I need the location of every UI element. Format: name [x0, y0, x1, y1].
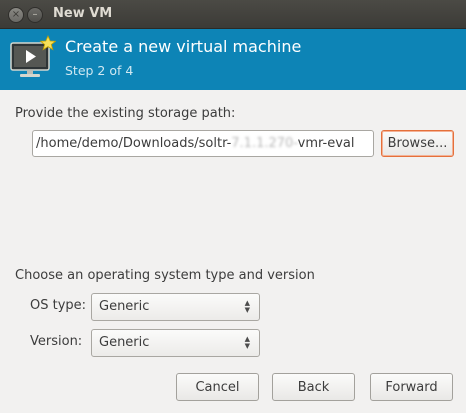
- cancel-button[interactable]: Cancel: [176, 373, 259, 401]
- browse-button[interactable]: Browse...: [381, 130, 454, 157]
- window-titlebar: × – New VM: [0, 0, 466, 29]
- forward-button[interactable]: Forward: [370, 373, 453, 401]
- os-type-select[interactable]: Generic ▲ ▼: [91, 293, 260, 321]
- close-icon[interactable]: ×: [8, 7, 24, 23]
- wizard-step: Step 2 of 4: [65, 63, 134, 78]
- storage-path-suffix: vmr-eval: [297, 136, 355, 151]
- wizard-header: Create a new virtual machine Step 2 of 4: [0, 29, 466, 90]
- storage-path-label: Provide the existing storage path:: [15, 106, 236, 121]
- storage-path-input[interactable]: /home/demo/Downloads/soltr-7.1.1.270-vmr…: [32, 130, 374, 157]
- os-type-value: Generic: [99, 299, 150, 314]
- updown-arrows-icon: ▲ ▼: [244, 335, 250, 350]
- minimize-icon[interactable]: –: [27, 7, 43, 23]
- os-section-heading: Choose an operating system type and vers…: [15, 268, 315, 283]
- window-title: New VM: [53, 6, 113, 21]
- storage-path-redacted: 7.1.1.270-: [231, 136, 298, 151]
- storage-path-prefix: /home/demo/Downloads/soltr-: [36, 136, 232, 151]
- wizard-title: Create a new virtual machine: [65, 37, 302, 56]
- updown-arrows-icon: ▲ ▼: [244, 299, 250, 314]
- version-label: Version:: [30, 334, 83, 349]
- vm-monitor-icon: [10, 35, 56, 77]
- os-type-label: OS type:: [30, 298, 87, 313]
- back-button[interactable]: Back: [272, 373, 355, 401]
- version-value: Generic: [99, 335, 150, 350]
- version-select[interactable]: Generic ▲ ▼: [91, 329, 260, 357]
